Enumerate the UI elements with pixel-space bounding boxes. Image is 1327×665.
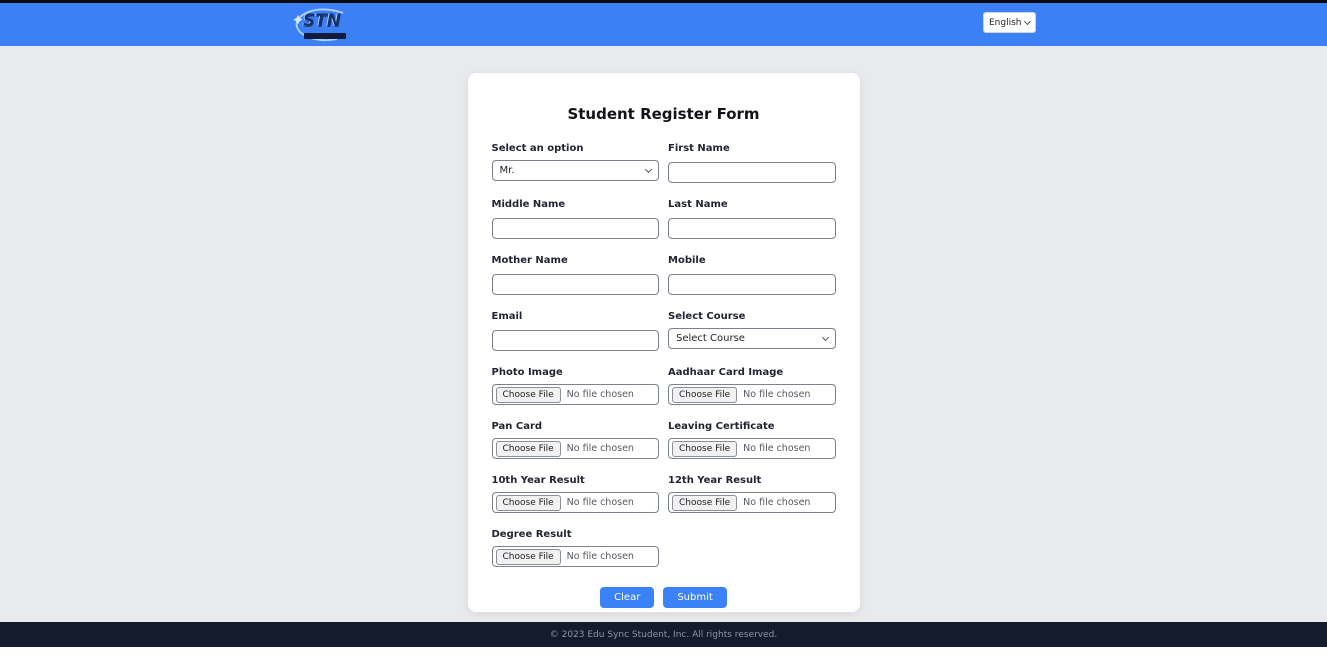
field-aadhaar-card-image: Aadhaar Card Image Choose File No file c… <box>668 367 836 405</box>
form-grid: Select an option Mr. First Name Middle N… <box>492 143 836 608</box>
field-label: 10th Year Result <box>492 475 660 487</box>
field-email: Email <box>492 311 660 351</box>
file-status: No file chosen <box>567 389 634 400</box>
logo-text: STN <box>303 11 341 31</box>
page-body: Student Register Form Select an option M… <box>0 46 1327 622</box>
twelfth-year-result-file-input[interactable]: Choose File No file chosen <box>668 492 836 513</box>
field-degree-result: Degree Result Choose File No file chosen <box>492 529 660 567</box>
leaving-certificate-file-input[interactable]: Choose File No file chosen <box>668 438 836 459</box>
empty-grid-cell <box>668 529 836 567</box>
field-label: Mobile <box>668 255 836 267</box>
field-label: Aadhaar Card Image <box>668 367 836 379</box>
last-name-input[interactable] <box>668 218 836 239</box>
field-label: Pan Card <box>492 421 660 433</box>
tenth-year-result-file-input[interactable]: Choose File No file chosen <box>492 492 660 513</box>
field-tenth-year-result: 10th Year Result Choose File No file cho… <box>492 475 660 513</box>
title-select[interactable]: Mr. <box>492 160 660 181</box>
field-label: Mother Name <box>492 255 660 267</box>
language-select[interactable]: English <box>983 12 1036 33</box>
form-actions: Clear Submit <box>492 587 836 608</box>
choose-file-button[interactable]: Choose File <box>672 495 737 511</box>
field-leaving-certificate: Leaving Certificate Choose File No file … <box>668 421 836 459</box>
field-label: Select an option <box>492 143 660 155</box>
field-twelfth-year-result: 12th Year Result Choose File No file cho… <box>668 475 836 513</box>
file-status: No file chosen <box>567 497 634 508</box>
field-label: Select Course <box>668 311 836 323</box>
register-form-card: Student Register Form Select an option M… <box>468 73 860 612</box>
logo-tagline-bar <box>304 33 346 39</box>
title-select-value: Mr. <box>500 165 515 176</box>
field-label: 12th Year Result <box>668 475 836 487</box>
middle-name-input[interactable] <box>492 218 660 239</box>
course-select[interactable]: Select Course <box>668 328 836 349</box>
copyright-text: © 2023 Edu Sync Student, Inc. All rights… <box>550 630 777 640</box>
field-label: Email <box>492 311 660 323</box>
choose-file-button[interactable]: Choose File <box>672 387 737 403</box>
field-label: Last Name <box>668 199 836 211</box>
choose-file-button[interactable]: Choose File <box>672 441 737 457</box>
chevron-down-icon <box>645 166 652 173</box>
file-status: No file chosen <box>743 497 810 508</box>
choose-file-button[interactable]: Choose File <box>496 495 561 511</box>
choose-file-button[interactable]: Choose File <box>496 387 561 403</box>
choose-file-button[interactable]: Choose File <box>496 549 561 565</box>
field-label: Leaving Certificate <box>668 421 836 433</box>
field-mobile: Mobile <box>668 255 836 295</box>
chevron-down-icon <box>821 334 828 341</box>
field-course-select: Select Course Select Course <box>668 311 836 351</box>
field-last-name: Last Name <box>668 199 836 239</box>
mother-name-input[interactable] <box>492 274 660 295</box>
field-pan-card: Pan Card Choose File No file chosen <box>492 421 660 459</box>
field-first-name: First Name <box>668 143 836 183</box>
file-status: No file chosen <box>567 551 634 562</box>
field-middle-name: Middle Name <box>492 199 660 239</box>
field-label: Photo Image <box>492 367 660 379</box>
field-label: Middle Name <box>492 199 660 211</box>
file-status: No file chosen <box>743 443 810 454</box>
page-footer: © 2023 Edu Sync Student, Inc. All rights… <box>0 622 1327 647</box>
language-select-value: English <box>989 18 1022 28</box>
field-title-select: Select an option Mr. <box>492 143 660 183</box>
choose-file-button[interactable]: Choose File <box>496 441 561 457</box>
pan-card-file-input[interactable]: Choose File No file chosen <box>492 438 660 459</box>
file-status: No file chosen <box>743 389 810 400</box>
chevron-down-icon <box>1024 18 1031 25</box>
form-title: Student Register Form <box>492 105 836 123</box>
email-input[interactable] <box>492 330 660 351</box>
photo-image-file-input[interactable]: Choose File No file chosen <box>492 384 660 405</box>
first-name-input[interactable] <box>668 162 836 183</box>
field-label: Degree Result <box>492 529 660 541</box>
field-label: First Name <box>668 143 836 155</box>
file-status: No file chosen <box>567 443 634 454</box>
stn-logo[interactable]: STN <box>291 6 353 44</box>
field-mother-name: Mother Name <box>492 255 660 295</box>
bottom-white-strip <box>0 647 1327 665</box>
top-navbar: STN English <box>0 3 1327 46</box>
degree-result-file-input[interactable]: Choose File No file chosen <box>492 546 660 567</box>
clear-button[interactable]: Clear <box>600 587 654 608</box>
course-select-value: Select Course <box>676 333 745 344</box>
aadhaar-card-file-input[interactable]: Choose File No file chosen <box>668 384 836 405</box>
submit-button[interactable]: Submit <box>663 587 726 608</box>
field-photo-image: Photo Image Choose File No file chosen <box>492 367 660 405</box>
mobile-input[interactable] <box>668 274 836 295</box>
